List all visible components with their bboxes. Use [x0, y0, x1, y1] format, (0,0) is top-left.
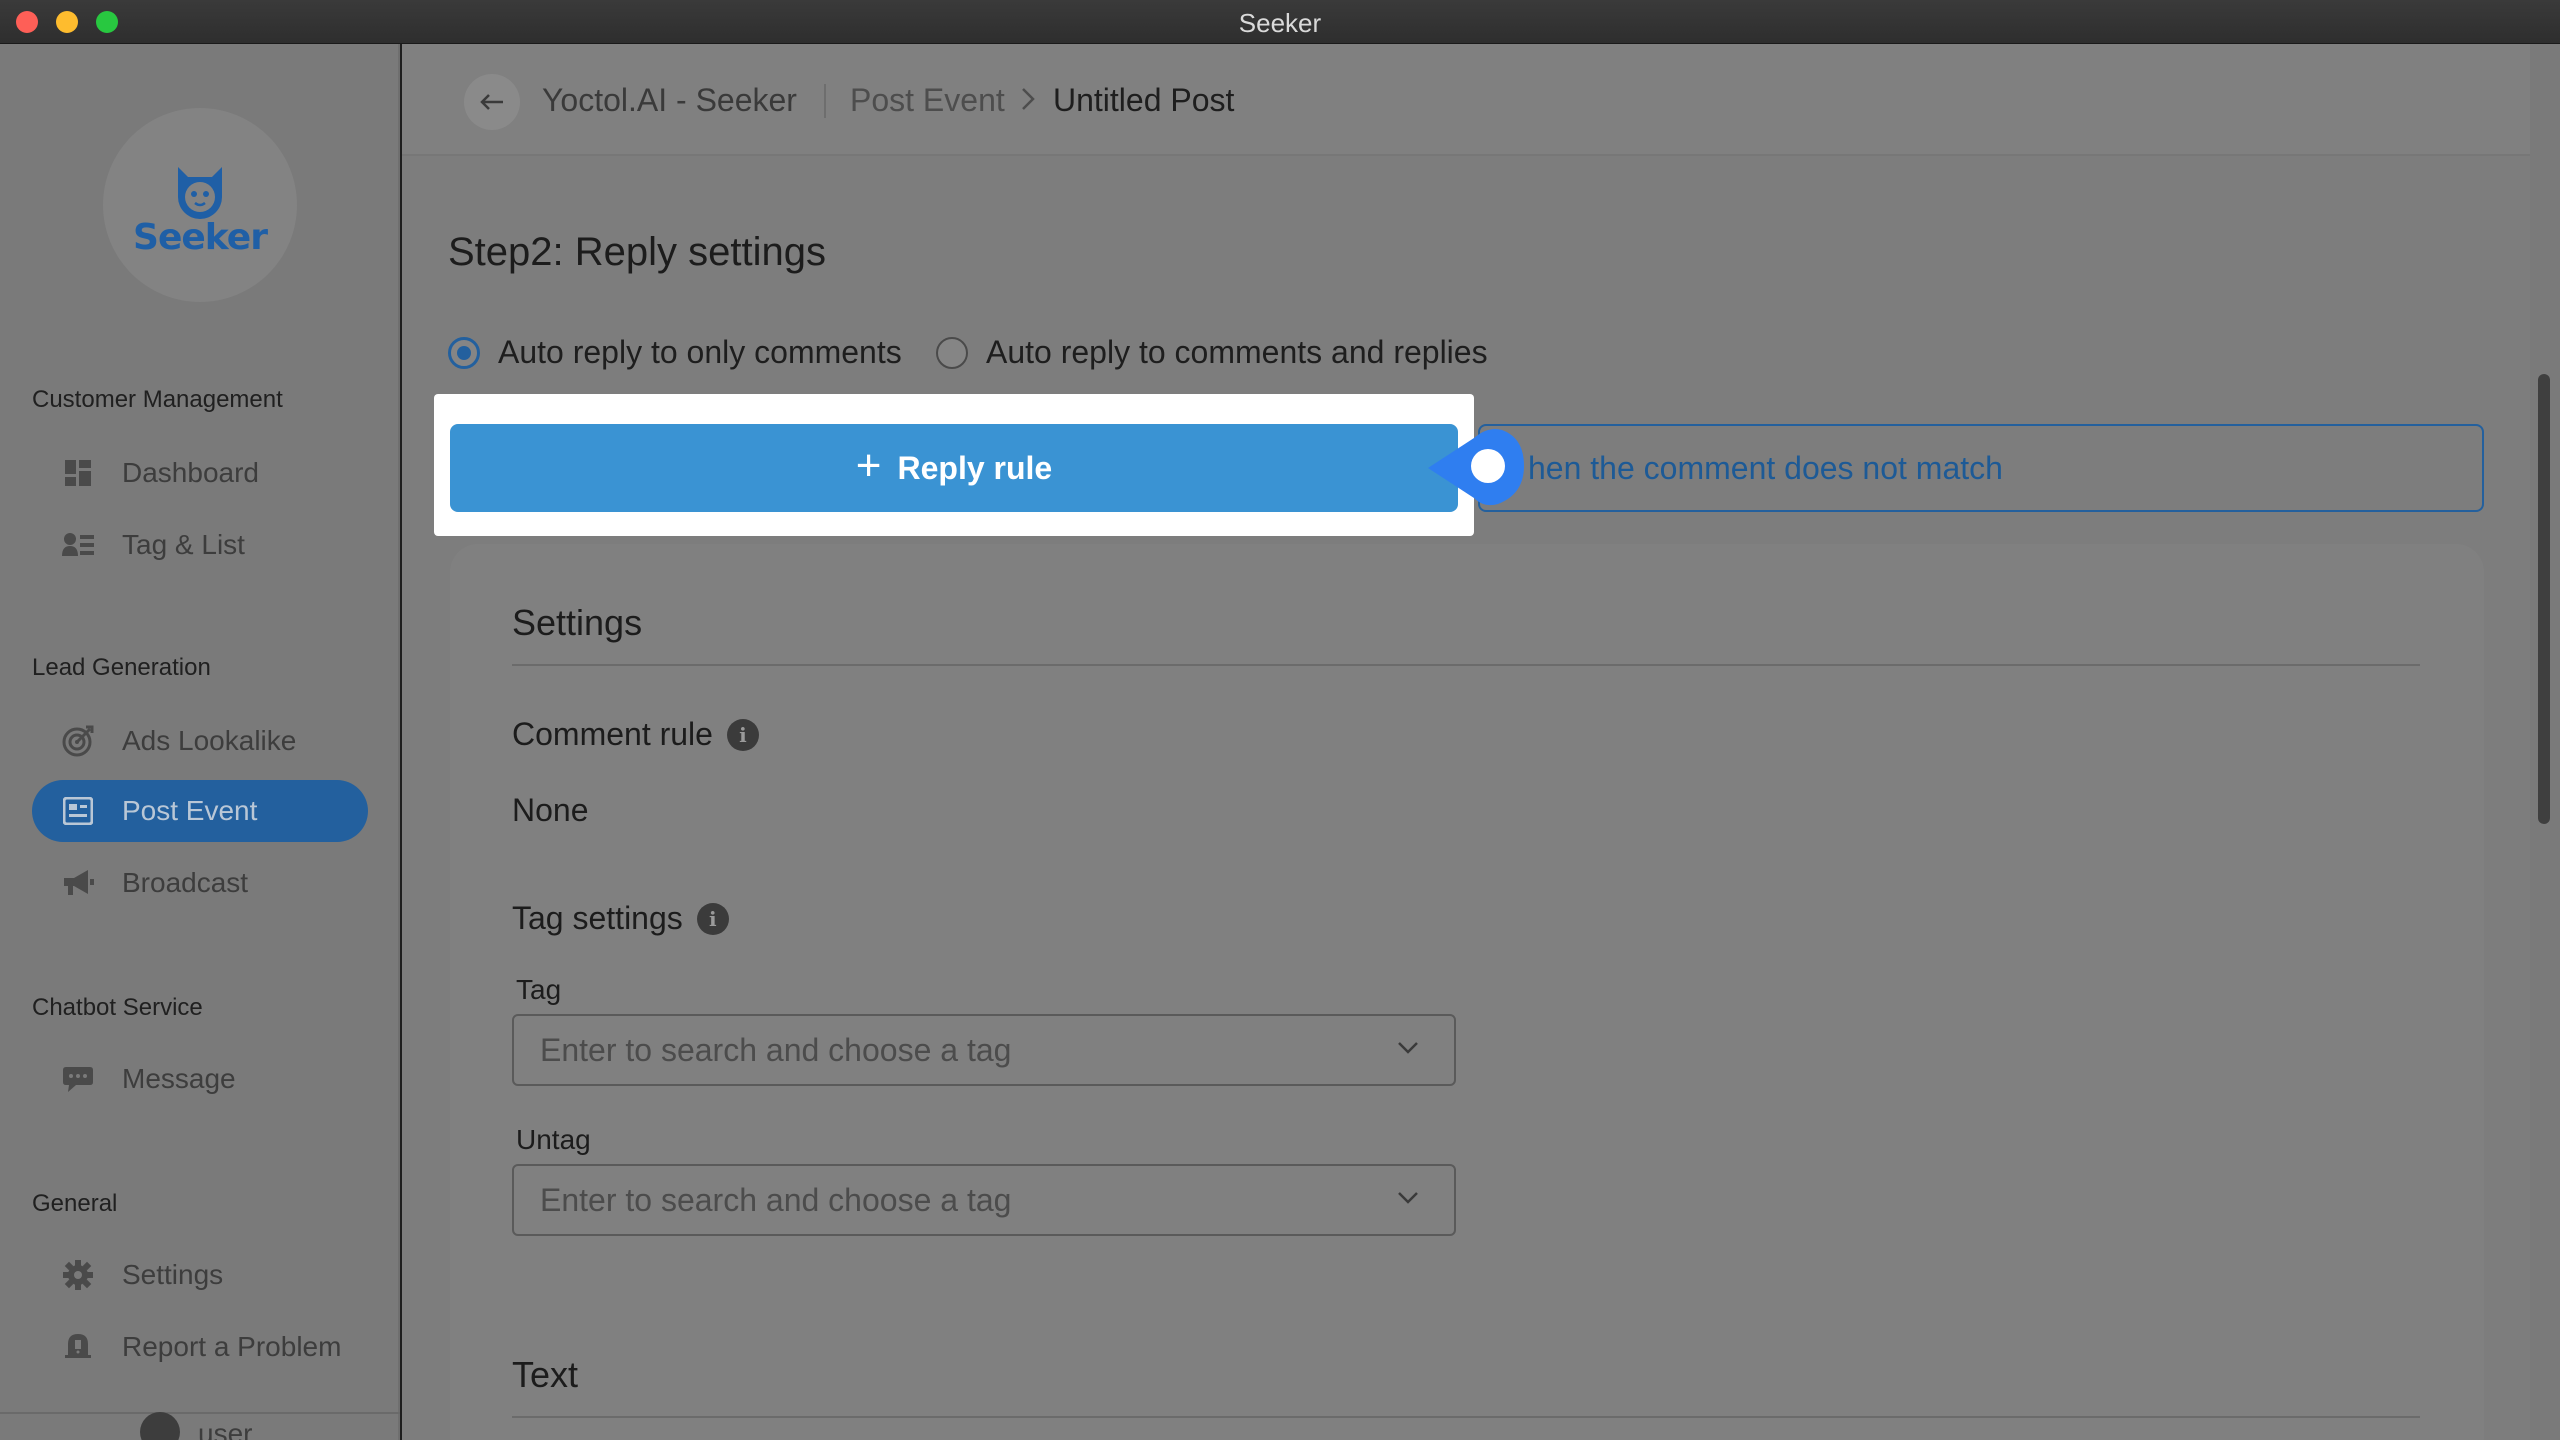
breadcrumb-post-event[interactable]: Post Event	[850, 82, 1005, 119]
add-reply-rule-button[interactable]: + Reply rule	[450, 424, 1458, 512]
post-event-icon	[62, 795, 94, 827]
tag-select-placeholder: Enter to search and choose a tag	[540, 1031, 1012, 1068]
breadcrumb-current: Untitled Post	[1053, 82, 1235, 118]
sidebar-item-label: Dashboard	[122, 457, 259, 488]
radio-comments-and-replies[interactable]: Auto reply to comments and replies	[936, 334, 1488, 371]
sidebar-item-report-a-problem[interactable]: Report a Problem	[32, 1316, 368, 1378]
chevron-down-icon	[1398, 1192, 1418, 1204]
sidebar-item-ads-lookalike[interactable]: Ads Lookalike	[32, 710, 368, 772]
sidebar-item-label: Settings	[122, 1259, 224, 1290]
section-customer-management: Customer Management	[32, 386, 283, 413]
text-section-divider	[512, 1416, 2420, 1418]
comment-rule-value: None	[512, 792, 589, 828]
step-title: Step2: Reply settings	[448, 230, 826, 274]
section-chatbot-service: Chatbot Service	[32, 994, 203, 1021]
chevron-down-icon	[1398, 1042, 1418, 1054]
sidebar-item-settings[interactable]: Settings	[32, 1244, 368, 1306]
window-titlebar: Seeker	[0, 0, 2560, 44]
sidebar-item-message[interactable]: Message	[32, 1048, 368, 1110]
sidebar-item-post-event[interactable]: Post Event	[32, 780, 368, 842]
breadcrumb-divider	[824, 84, 826, 118]
sidebar-item-label: Report a Problem	[122, 1331, 342, 1362]
sidebar-item-label: Post Event	[122, 795, 258, 826]
comment-rule-title: Comment rule i	[512, 716, 759, 753]
no-match-rule-label: hen the comment does not match	[1528, 449, 2003, 486]
settings-title: Settings	[512, 602, 643, 643]
chevron-right-icon	[1022, 88, 1035, 110]
settings-card: Settings Comment rule i None Tag setting…	[450, 544, 2484, 1440]
sidebar-item-label: Broadcast	[122, 867, 249, 898]
radio-selected-icon	[448, 336, 480, 369]
scrollbar-thumb[interactable]	[2538, 374, 2550, 824]
breadcrumb-app[interactable]: Yoctol.AI - Seeker	[542, 82, 797, 119]
sidebar-item-tag-list[interactable]: Tag & List	[32, 514, 368, 576]
tag-settings-label: Tag settings	[512, 900, 683, 936]
tutorial-pointer-icon	[1428, 429, 1524, 506]
info-icon[interactable]: i	[726, 718, 759, 751]
dashboard-icon	[62, 457, 94, 489]
main-content: Yoctol.AI - Seeker Post Event Untitled P…	[402, 44, 2560, 1440]
sidebar-item-label: Tag & List	[122, 529, 245, 560]
owl-logo-icon	[178, 166, 222, 219]
sidebar-item-dashboard[interactable]: Dashboard	[32, 442, 368, 504]
tag-label: Tag	[516, 974, 562, 1005]
no-match-rule-button[interactable]: hen the comment does not match	[1478, 424, 2484, 512]
radio-label: Auto reply to comments and replies	[986, 334, 1488, 370]
top-bar: Yoctol.AI - Seeker Post Event Untitled P…	[402, 44, 2530, 156]
target-icon	[62, 725, 94, 757]
user-name: user	[198, 1418, 253, 1440]
tag-select[interactable]: Enter to search and choose a tag	[512, 1014, 1456, 1086]
sidebar-item-label: Message	[122, 1063, 236, 1094]
app-logo[interactable]: Seeker	[103, 108, 297, 302]
tag-list-icon	[62, 529, 94, 561]
back-button[interactable]	[464, 74, 520, 130]
untag-label: Untag	[516, 1124, 591, 1155]
comment-rule-label: Comment rule	[512, 716, 713, 752]
sidebar: Seeker Customer Management Dashboard Tag…	[0, 44, 400, 1440]
untag-select-placeholder: Enter to search and choose a tag	[540, 1181, 1012, 1218]
section-lead-generation: Lead Generation	[32, 654, 211, 681]
plus-icon: +	[855, 441, 882, 490]
gear-icon	[62, 1259, 94, 1291]
text-section-title: Text	[512, 1354, 579, 1395]
window-title: Seeker	[1238, 8, 1322, 38]
info-icon[interactable]: i	[696, 902, 729, 935]
chat-bubble-icon	[62, 1063, 94, 1095]
sidebar-item-label: Ads Lookalike	[122, 725, 297, 756]
reply-rule-label: Reply rule	[897, 449, 1053, 486]
arrow-left-icon	[480, 94, 503, 110]
bell-icon	[62, 1331, 94, 1363]
tag-settings-title: Tag settings i	[512, 900, 729, 937]
logo-text: Seeker	[133, 216, 268, 258]
radio-label: Auto reply to only comments	[498, 334, 902, 370]
vertical-scrollbar[interactable]	[2530, 44, 2560, 1440]
settings-divider	[512, 664, 2420, 666]
sidebar-item-broadcast[interactable]: Broadcast	[32, 852, 368, 914]
untag-select[interactable]: Enter to search and choose a tag	[512, 1164, 1456, 1236]
megaphone-icon	[62, 867, 94, 899]
section-general: General	[32, 1190, 118, 1217]
radio-only-comments[interactable]: Auto reply to only comments	[448, 334, 902, 371]
radio-unselected-icon	[936, 336, 968, 369]
